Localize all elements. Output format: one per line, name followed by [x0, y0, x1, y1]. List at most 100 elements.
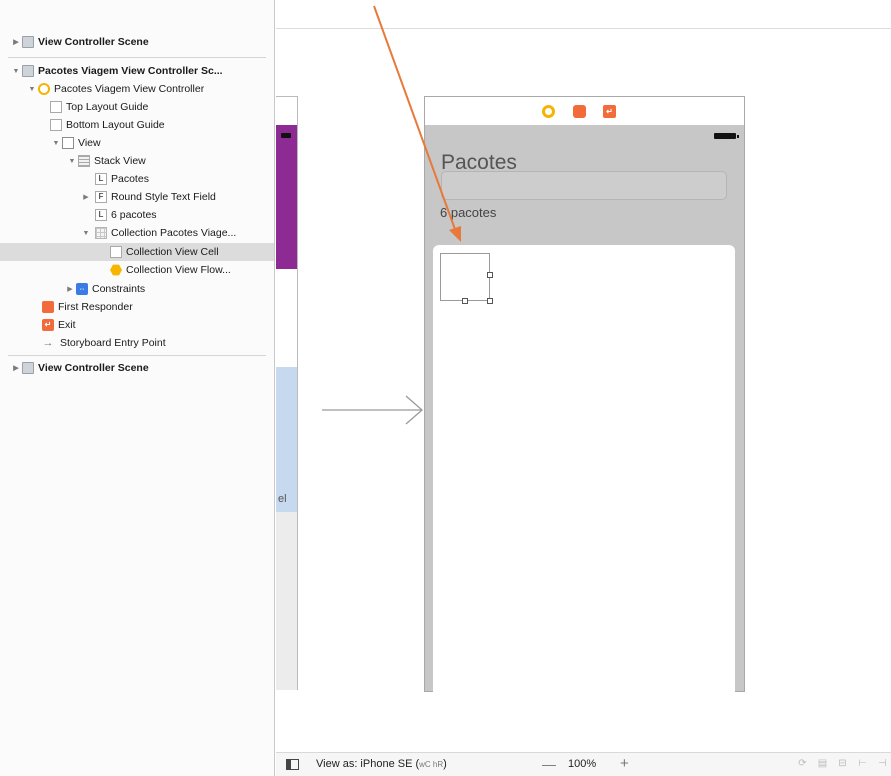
collection-cell-icon: [110, 246, 122, 258]
disclosure-down-icon[interactable]: ▼: [26, 83, 38, 95]
purple-view: [276, 125, 297, 269]
battery-icon: [714, 133, 739, 139]
canvas-top-divider: [276, 28, 891, 29]
resize-handle-bottom[interactable]: [462, 298, 468, 304]
view-as-device-button[interactable]: View as: iPhone SE (wC hR): [316, 758, 447, 770]
outline-item-label: View Controller Scene: [38, 362, 149, 374]
resize-handle-corner[interactable]: [487, 298, 493, 304]
outline-item-exit[interactable]: ↵ Exit: [0, 316, 274, 334]
disclosure-down-icon[interactable]: ▼: [80, 227, 92, 239]
outline-item-label: Collection Pacotes Viage...: [111, 227, 237, 239]
disclosure-right-icon[interactable]: ▶: [80, 191, 92, 203]
outline-item-view-controller-scene-2[interactable]: ▶ View Controller Scene: [0, 359, 274, 377]
outline-item-label: Constraints: [92, 283, 146, 295]
zoom-out-button[interactable]: —: [542, 756, 556, 772]
pin-icon[interactable]: ⊢: [856, 758, 869, 770]
flow-layout-icon: [110, 264, 122, 276]
stack-view-icon: [78, 155, 90, 167]
outline-item-label: Storyboard Entry Point: [60, 337, 166, 349]
outline-item-label: Pacotes: [111, 173, 149, 185]
outline-item-round-text-field[interactable]: ▶ F Round Style Text Field: [0, 188, 274, 206]
outline-item-view-controller[interactable]: ▼ Pacotes Viagem View Controller: [0, 80, 274, 98]
blue-view: [276, 367, 297, 512]
outline-item-label: Bottom Layout Guide: [66, 119, 165, 131]
toggle-outline-icon[interactable]: [286, 759, 299, 770]
outline-item-label-6-pacotes[interactable]: L 6 pacotes: [0, 206, 274, 224]
embed-stack-icon[interactable]: ▤: [816, 758, 829, 770]
outline-item-label: View: [78, 137, 101, 149]
document-outline: ▶ View Controller Scene ▼ Pacotes Viagem…: [0, 0, 275, 776]
view-as-label: View as: iPhone SE (: [316, 758, 420, 770]
scene-icon: [22, 65, 34, 77]
gray-view: [276, 512, 297, 690]
scene-dock: ↵: [425, 97, 744, 126]
outline-item-label-pacotes[interactable]: L Pacotes: [0, 170, 274, 188]
outline-item-label: Exit: [58, 319, 76, 331]
pacotes-scene[interactable]: ↵ Pacotes 6 pacotes: [424, 96, 745, 719]
label-icon: L: [95, 209, 107, 221]
disclosure-down-icon[interactable]: ▼: [66, 155, 78, 167]
outline-item-stack-view[interactable]: ▼ Stack View: [0, 152, 274, 170]
outline-item-label: 6 pacotes: [111, 209, 157, 221]
resize-handle-right[interactable]: [487, 272, 493, 278]
outline-item-first-responder[interactable]: First Responder: [0, 298, 274, 316]
scene-icon: [22, 36, 34, 48]
collection-view-cell[interactable]: [440, 253, 493, 304]
outline-item-view-controller-scene[interactable]: ▶ View Controller Scene: [0, 33, 274, 51]
exit-icon[interactable]: ↵: [603, 105, 616, 118]
resolve-issues-icon[interactable]: ⊣: [876, 758, 889, 770]
outline-item-top-layout-guide[interactable]: Top Layout Guide: [0, 98, 274, 116]
align-icon[interactable]: ⊟: [836, 758, 849, 770]
outline-item-label: Collection View Cell: [126, 246, 219, 258]
outline-item-view[interactable]: ▼ View: [0, 134, 274, 152]
outline-item-constraints[interactable]: ▶ ⇔ Constraints: [0, 280, 274, 298]
round-style-text-field[interactable]: [441, 171, 727, 200]
view-controller-view[interactable]: Pacotes 6 pacotes: [425, 125, 744, 719]
partial-label: el: [278, 493, 287, 505]
outline-item-label: Pacotes Viagem View Controller Sc...: [38, 65, 223, 77]
outline-item-bottom-layout-guide[interactable]: Bottom Layout Guide: [0, 116, 274, 134]
segue-arrow-icon[interactable]: [322, 395, 427, 425]
zoom-level[interactable]: 100%: [568, 758, 596, 770]
collection-view-icon: [95, 227, 107, 239]
outline-item-collection-view[interactable]: ▼ Collection Pacotes Viage...: [0, 224, 274, 242]
disclosure-down-icon[interactable]: ▼: [50, 137, 62, 149]
count-label[interactable]: 6 pacotes: [440, 205, 496, 220]
outline-item-label: Stack View: [94, 155, 146, 167]
view-icon: [62, 137, 74, 149]
view-as-close: ): [443, 758, 447, 770]
layout-guide-icon: [50, 101, 62, 113]
outline-item-label: Top Layout Guide: [66, 101, 149, 113]
outline-item-label: First Responder: [58, 301, 133, 313]
entry-point-arrow-icon: →: [42, 336, 54, 349]
outline-item-label: View Controller Scene: [38, 36, 149, 48]
outline-item-flow-layout[interactable]: Collection View Flow...: [0, 261, 274, 279]
exit-icon: ↵: [42, 319, 54, 331]
outline-separator: [8, 57, 266, 58]
disclosure-right-icon[interactable]: ▶: [64, 283, 76, 295]
previous-scene-partial[interactable]: el: [276, 96, 298, 690]
size-class-label: wC hR: [419, 760, 444, 769]
canvas-bottom-bar: View as: iPhone SE (wC hR) — 100% + ⟳ ▤ …: [276, 752, 891, 776]
disclosure-right-icon[interactable]: ▶: [10, 36, 22, 48]
outline-item-storyboard-entry-point[interactable]: → Storyboard Entry Point: [0, 334, 274, 352]
disclosure-right-icon[interactable]: ▶: [10, 362, 22, 374]
outline-separator: [8, 355, 266, 356]
outline-item-collection-view-cell[interactable]: Collection View Cell: [0, 243, 274, 261]
first-responder-icon: [42, 301, 54, 313]
text-field-icon: F: [95, 191, 107, 203]
outline-item-pacotes-scene[interactable]: ▼ Pacotes Viagem View Controller Sc...: [0, 62, 274, 80]
outline-item-label: Collection View Flow...: [126, 264, 231, 276]
outline-item-label: Round Style Text Field: [111, 191, 216, 203]
layout-guide-icon: [50, 119, 62, 131]
update-frames-icon[interactable]: ⟳: [796, 758, 809, 770]
battery-icon: [281, 133, 291, 138]
scene-icon: [22, 362, 34, 374]
zoom-in-button[interactable]: +: [620, 755, 629, 772]
outline-item-label: Pacotes Viagem View Controller: [54, 83, 205, 95]
collection-view[interactable]: [433, 245, 735, 719]
disclosure-down-icon[interactable]: ▼: [10, 65, 22, 77]
first-responder-icon[interactable]: [573, 105, 586, 118]
constraints-icon: ⇔: [76, 283, 88, 295]
view-controller-icon[interactable]: [542, 105, 555, 118]
